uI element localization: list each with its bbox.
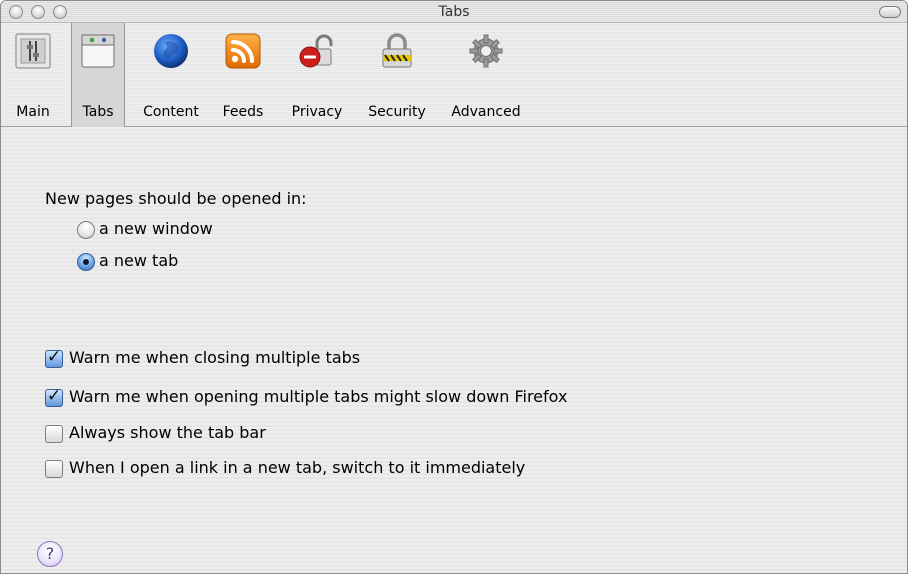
radio-new-window[interactable] [77, 221, 95, 239]
help-button[interactable]: ? [37, 541, 63, 567]
tabs-preferences-pane: New pages should be opened in: a new win… [1, 127, 907, 573]
privacy-lock-icon [299, 34, 333, 68]
toolbar-label-feeds: Feeds [222, 104, 264, 120]
main-switch-icon [15, 33, 51, 69]
toolbar-label-main: Main [16, 104, 50, 120]
checkmark-icon: ✓ [47, 347, 62, 367]
toolbar-item-content[interactable]: Content [133, 23, 209, 127]
checkbox-always-show-tab-bar-label[interactable]: Always show the tab bar [69, 423, 266, 442]
checkbox-switch-to-new-tab-label[interactable]: When I open a link in a new tab, switch … [69, 458, 525, 477]
rss-feed-icon [225, 33, 261, 69]
preferences-window: Tabs Main Tabs Content Feeds Privacy Sec… [0, 0, 908, 574]
toolbar-label-content: Content [143, 104, 199, 120]
preferences-toolbar: Main Tabs Content Feeds Privacy Security… [1, 23, 907, 127]
toolbar-item-advanced[interactable]: Advanced [443, 23, 529, 127]
checkbox-warn-closing-tabs-label[interactable]: Warn me when closing multiple tabs [69, 348, 360, 367]
radio-new-window-label[interactable]: a new window [99, 219, 213, 238]
checkbox-always-show-tab-bar[interactable] [45, 425, 63, 443]
title-bar: Tabs [1, 1, 907, 23]
toolbar-item-privacy[interactable]: Privacy [285, 23, 349, 127]
toolbar-item-feeds[interactable]: Feeds [213, 23, 273, 127]
toolbar-label-advanced: Advanced [451, 104, 521, 120]
radio-new-tab-label[interactable]: a new tab [99, 251, 178, 270]
checkbox-warn-closing-tabs[interactable]: ✓ [45, 347, 63, 368]
checkmark-icon: ✓ [47, 386, 62, 406]
toolbar-item-tabs[interactable]: Tabs [71, 23, 125, 127]
checkbox-switch-to-new-tab[interactable] [45, 460, 63, 478]
toolbar-toggle-button[interactable] [879, 6, 901, 18]
open-new-pages-label: New pages should be opened in: [45, 189, 307, 208]
checkbox-warn-opening-tabs[interactable]: ✓ [45, 386, 63, 407]
radio-new-tab[interactable] [77, 253, 95, 271]
toolbar-label-privacy: Privacy [291, 104, 343, 120]
toolbar-label-security: Security [368, 104, 426, 120]
toolbar-item-main[interactable]: Main [7, 23, 59, 127]
security-padlock-icon [382, 33, 412, 68]
tabs-window-icon [81, 34, 115, 68]
window-title: Tabs [438, 4, 470, 20]
globe-icon [154, 34, 188, 68]
gear-icon [469, 34, 503, 68]
toolbar-item-security[interactable]: Security [361, 23, 433, 127]
toolbar-label-tabs: Tabs [82, 104, 114, 120]
checkbox-warn-opening-tabs-label[interactable]: Warn me when opening multiple tabs might… [69, 387, 567, 406]
